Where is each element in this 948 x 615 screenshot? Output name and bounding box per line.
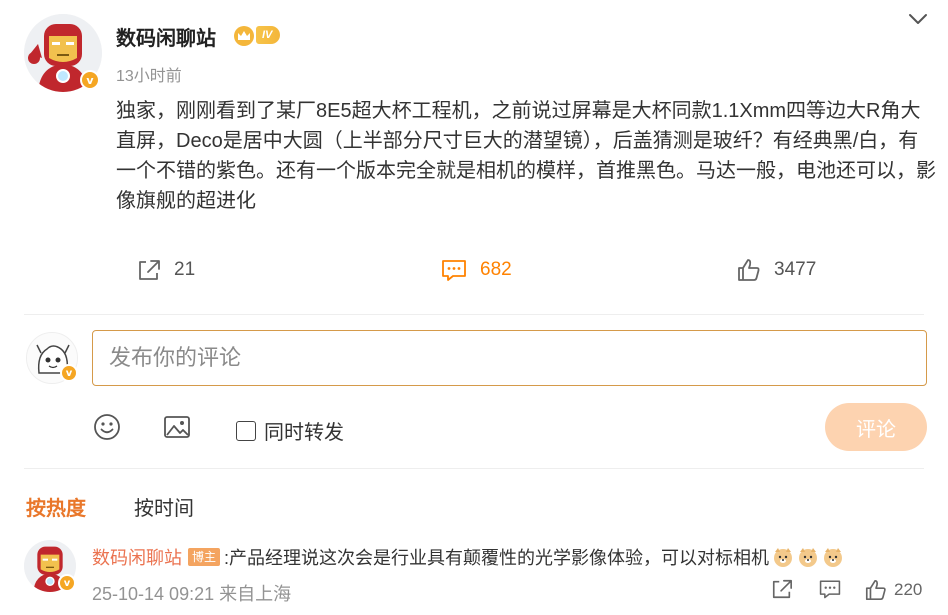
thumbs-up-icon — [738, 259, 760, 281]
comment-icon[interactable] — [818, 578, 842, 600]
owner-tag: 博主 — [188, 548, 221, 566]
comment-like-button[interactable]: 220 — [864, 576, 922, 604]
comment-meta: 25-10-14 09:21 来自上海 — [92, 584, 292, 604]
comment-text: :产品经理说这次会是行业具有颠覆性的光学影像体验，可以对标相机 — [224, 548, 770, 568]
doge-emoji-icon — [774, 548, 793, 567]
tab-sort-hot[interactable]: 按热度 — [26, 492, 86, 521]
verified-badge: v — [58, 574, 76, 592]
smiley-icon[interactable] — [92, 412, 122, 442]
level-badge: IV — [256, 26, 281, 44]
share-icon[interactable] — [770, 578, 794, 600]
post-author-name[interactable]: 数码闲聊站 — [116, 22, 216, 51]
like-count: 3477 — [774, 259, 817, 280]
comment-like-count: 220 — [894, 580, 923, 599]
like-button[interactable]: 3477 — [736, 256, 816, 284]
tab-sort-time[interactable]: 按时间 — [134, 492, 194, 521]
comment-icon — [442, 260, 466, 281]
doge-emoji-icon — [799, 548, 818, 567]
share-icon — [139, 260, 160, 280]
image-icon[interactable] — [162, 412, 192, 442]
comment-input[interactable] — [92, 330, 927, 386]
comment-content: 数码闲聊站 博主 :产品经理说这次会是行业具有颠覆性的光学影像体验，可以对标相机 — [92, 544, 844, 570]
repost-checkbox[interactable]: 同时转发 — [236, 416, 344, 445]
doge-emoji-icon — [824, 548, 843, 567]
verified-badge: v — [80, 70, 100, 90]
post-timestamp[interactable]: 13小时前 — [116, 62, 182, 86]
divider — [24, 468, 924, 469]
repost-count: 21 — [174, 259, 196, 280]
repost-button[interactable]: 21 — [136, 256, 195, 284]
comment-count: 682 — [480, 259, 512, 280]
thumbs-up-icon — [865, 579, 886, 601]
submit-comment-button[interactable]: 评论 — [825, 403, 927, 451]
chevron-down-icon[interactable] — [908, 12, 928, 26]
verified-badge: v — [60, 364, 78, 382]
checkbox-box[interactable] — [236, 420, 256, 441]
comment-button[interactable]: 682 — [440, 256, 512, 284]
comment-author-name[interactable]: 数码闲聊站 — [92, 544, 182, 570]
post-body: 独家，刚刚看到了某厂8E5超大杯工程机，之前说过屏幕是大杯同款1.1Xmm四等边… — [116, 100, 936, 212]
crown-icon — [234, 26, 254, 46]
repost-checkbox-label: 同时转发 — [264, 422, 344, 444]
divider — [24, 314, 924, 315]
